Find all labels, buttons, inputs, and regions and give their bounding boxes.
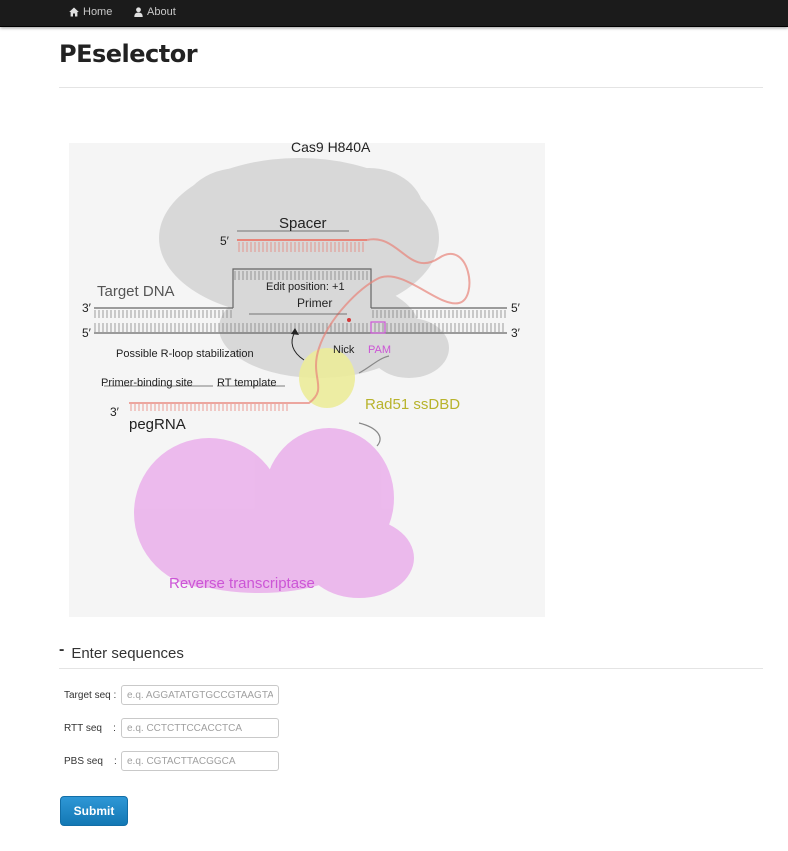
rad51-label: Rad51 ssDBD (365, 396, 460, 413)
top-left-3prime-label: 3′ (82, 301, 92, 315)
collapse-toggle[interactable]: - (59, 641, 64, 659)
bottom-left-5prime-label: 5′ (82, 326, 92, 340)
prime-editing-diagram: Cas9 H840A Spacer 5′ Target DNA Edit pos… (69, 139, 545, 617)
primer-label: Primer (297, 296, 332, 310)
section-divider (59, 668, 763, 669)
nav-about-link[interactable]: About (134, 0, 176, 24)
nav-home-link[interactable]: Home (69, 0, 112, 24)
target-seq-input[interactable] (121, 685, 279, 705)
rtt-seq-row: RTT seq : (64, 716, 279, 740)
pbs-label: Primer-binding site (101, 377, 193, 389)
nav-about-label: About (147, 6, 176, 18)
top-navbar: Home About (0, 0, 788, 27)
target-seq-row: Target seq : (64, 683, 279, 707)
user-icon (134, 7, 143, 17)
rtt-seq-input[interactable] (121, 718, 279, 738)
bottom-right-3prime-label: 3′ (511, 326, 521, 340)
rtt-seq-label: RTT seq : (64, 722, 116, 734)
enter-sequences-header: - Enter sequences (59, 641, 184, 662)
nick-label: Nick (333, 344, 355, 356)
title-divider (59, 87, 763, 88)
pam-label: PAM (368, 344, 391, 356)
target-dna-label: Target DNA (97, 283, 175, 300)
nav-home-label: Home (83, 6, 113, 18)
rad51-protein-shape (299, 348, 355, 408)
rt-template-label: RT template (217, 377, 277, 389)
pegrna-3prime-label: 3′ (110, 405, 120, 419)
edit-position-label: Edit position: +1 (266, 281, 345, 293)
spacer-label: Spacer (279, 215, 327, 232)
spacer-5prime-label: 5′ (220, 234, 230, 248)
target-seq-label: Target seq : (64, 689, 117, 701)
home-icon (69, 7, 79, 17)
rloop-label: Possible R-loop stabilization (116, 348, 254, 360)
cas9-label: Cas9 H840A (291, 139, 371, 155)
pegrna-label: pegRNA (129, 416, 186, 433)
pbs-seq-input[interactable] (121, 751, 279, 771)
pbs-seq-label: PBS seq : (64, 755, 117, 767)
nick-marker (347, 318, 351, 322)
pbs-seq-row: PBS seq : (64, 749, 279, 773)
rt-label: Reverse transcriptase (169, 575, 315, 592)
section-title-text: Enter sequences (71, 644, 184, 662)
top-right-5prime-label: 5′ (511, 301, 521, 315)
page-title: PEselector (59, 40, 198, 68)
submit-button[interactable]: Submit (60, 796, 128, 826)
